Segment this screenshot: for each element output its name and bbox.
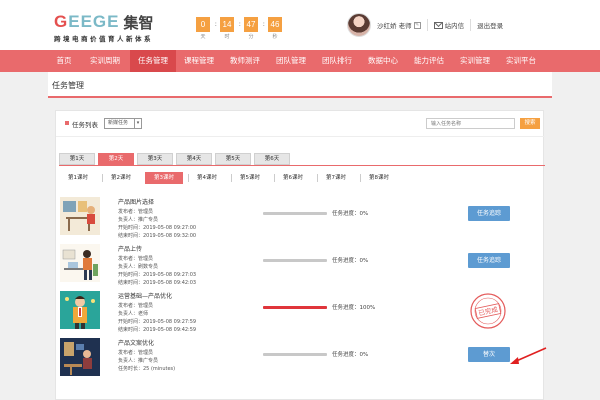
task-thumbnail xyxy=(60,291,100,329)
tab-lesson-3[interactable]: 第3课时 xyxy=(145,172,183,184)
progress-bar xyxy=(263,353,327,356)
timer-hours: 14 xyxy=(220,17,234,32)
tab-lesson-2[interactable]: 第2课时 xyxy=(102,172,140,184)
task-title: 产品图片选择 xyxy=(118,199,155,206)
timer-minutes: 47 xyxy=(244,17,258,32)
annotation-arrow-icon xyxy=(510,347,547,364)
mail-icon xyxy=(433,21,443,29)
svg-text:已完成: 已完成 xyxy=(478,304,499,317)
task-title: 产品上传 xyxy=(118,246,143,253)
tab-lesson-6[interactable]: 第6课时 xyxy=(274,172,312,184)
nav-teacher-evaluation[interactable]: 教师测评 xyxy=(222,50,268,72)
countdown-timer: 0天: 14 时: 47 分: 46 秒 xyxy=(196,17,292,40)
page-title: 任务管理 xyxy=(52,81,84,90)
tab-lesson-8[interactable]: 第8课时 xyxy=(360,172,398,184)
search-input[interactable] xyxy=(426,118,515,129)
task-track-button[interactable]: 任务追踪 xyxy=(468,206,510,221)
task-panel: 任务列表 新媒任务▾ 搜索 第1天 第2天 第3天 第4天 第5天 第6天 第1… xyxy=(55,110,545,400)
tab-day-4[interactable]: 第4天 xyxy=(176,153,212,165)
search-button[interactable]: 搜索 xyxy=(520,118,540,129)
nav-team-management[interactable]: 团队管理 xyxy=(268,50,314,72)
task-replace-button[interactable]: 替次 xyxy=(468,347,510,362)
nav-training-cycle[interactable]: 实训周期 xyxy=(80,50,130,72)
list-label: 任务列表 xyxy=(72,121,98,129)
logo-cn: 集智 xyxy=(123,13,154,32)
task-track-button[interactable]: 任务追踪 xyxy=(468,253,510,268)
task-thumbnail xyxy=(60,244,100,282)
nav-task-management[interactable]: 任务管理 xyxy=(130,50,176,72)
header: GEEGE 集智 跨境电商价值育人新体系 0天: 14 时: 47 分: 46 秒 沙… xyxy=(0,0,600,50)
task-title: 产品文案优化 xyxy=(118,340,155,347)
tab-lesson-7[interactable]: 第7课时 xyxy=(317,172,355,184)
user-area: 沙红娇 老师 ✎ 站内信 退出登录 xyxy=(347,13,503,37)
list-toolbar: 任务列表 新媒任务▾ 搜索 xyxy=(56,111,545,137)
tab-lesson-5[interactable]: 第5课时 xyxy=(231,172,269,184)
task-row: 运营基础—产品优化 发布者：管理员 负责人：老师 开始时间：2019-05-08… xyxy=(56,291,545,338)
page-title-bar: 任务管理 xyxy=(48,72,552,98)
main-nav: 首页 实训周期 任务管理 课程管理 教师测评 团队管理 团队排行 数据中心 能力… xyxy=(0,50,600,72)
tab-lesson-1[interactable]: 第1课时 xyxy=(59,172,97,184)
logout-link[interactable]: 退出登录 xyxy=(477,20,503,30)
chevron-down-icon: ▾ xyxy=(134,119,141,128)
day-tabs: 第1天 第2天 第3天 第4天 第5天 第6天 xyxy=(59,153,545,166)
progress-bar xyxy=(263,306,327,309)
progress-bar xyxy=(263,212,327,215)
task-thumbnail xyxy=(60,197,100,235)
completed-stamp-icon: 已完成 xyxy=(470,293,506,329)
timer-days: 0 xyxy=(196,17,210,32)
avatar[interactable] xyxy=(347,13,371,37)
tab-day-2[interactable]: 第2天 xyxy=(98,153,134,165)
progress-text: 任务进度：0% xyxy=(332,352,369,358)
nav-data-center[interactable]: 数据中心 xyxy=(360,50,406,72)
nav-home[interactable]: 首页 xyxy=(48,50,80,72)
progress-text: 任务进度：0% xyxy=(332,211,369,217)
timer-seconds: 46 xyxy=(268,17,282,32)
tab-day-6[interactable]: 第6天 xyxy=(254,153,290,165)
nav-course-management[interactable]: 课程管理 xyxy=(176,50,222,72)
progress-text: 任务进度：0% xyxy=(332,258,369,264)
logo[interactable]: GEEGE 集智 跨境电商价值育人新体系 xyxy=(54,12,154,43)
nav-ability-assessment[interactable]: 能力评估 xyxy=(406,50,452,72)
edit-icon[interactable]: ✎ xyxy=(413,21,421,29)
task-type-select[interactable]: 新媒任务 ▾ xyxy=(104,118,142,129)
logo-en: GEEGE xyxy=(54,12,120,31)
tab-day-5[interactable]: 第5天 xyxy=(215,153,251,165)
tab-day-3[interactable]: 第3天 xyxy=(137,153,173,165)
task-thumbnail xyxy=(60,338,100,376)
inbox-link[interactable]: 站内信 xyxy=(433,20,464,30)
logo-slogan: 跨境电商价值育人新体系 xyxy=(54,35,153,43)
tab-day-1[interactable]: 第1天 xyxy=(59,153,95,165)
lesson-tabs: 第1课时 第2课时 第3课时 第4课时 第5课时 第6课时 第7课时 第8课时 xyxy=(59,172,403,184)
progress-text: 任务进度：100% xyxy=(332,305,376,311)
progress-bar xyxy=(263,259,327,262)
task-title: 运营基础—产品优化 xyxy=(118,293,173,300)
user-name[interactable]: 沙红娇 老师 xyxy=(377,20,412,30)
task-row: 产品图片选择 发布者：管理员 负责人：推广专员 开始时间：2019-05-08 … xyxy=(56,197,545,244)
nav-team-ranking[interactable]: 团队排行 xyxy=(314,50,360,72)
nav-training-management[interactable]: 实训管理 xyxy=(452,50,498,72)
nav-training-platform[interactable]: 实训平台 xyxy=(498,50,544,72)
task-row: 产品文案优化 发布者：管理员 负责人：推广专员 任务时长：25 (minutes… xyxy=(56,338,545,385)
tab-lesson-4[interactable]: 第4课时 xyxy=(188,172,226,184)
task-row: 产品上传 发布者：管理员 负责人：刷数专员 开始时间：2019-05-08 09… xyxy=(56,244,545,291)
